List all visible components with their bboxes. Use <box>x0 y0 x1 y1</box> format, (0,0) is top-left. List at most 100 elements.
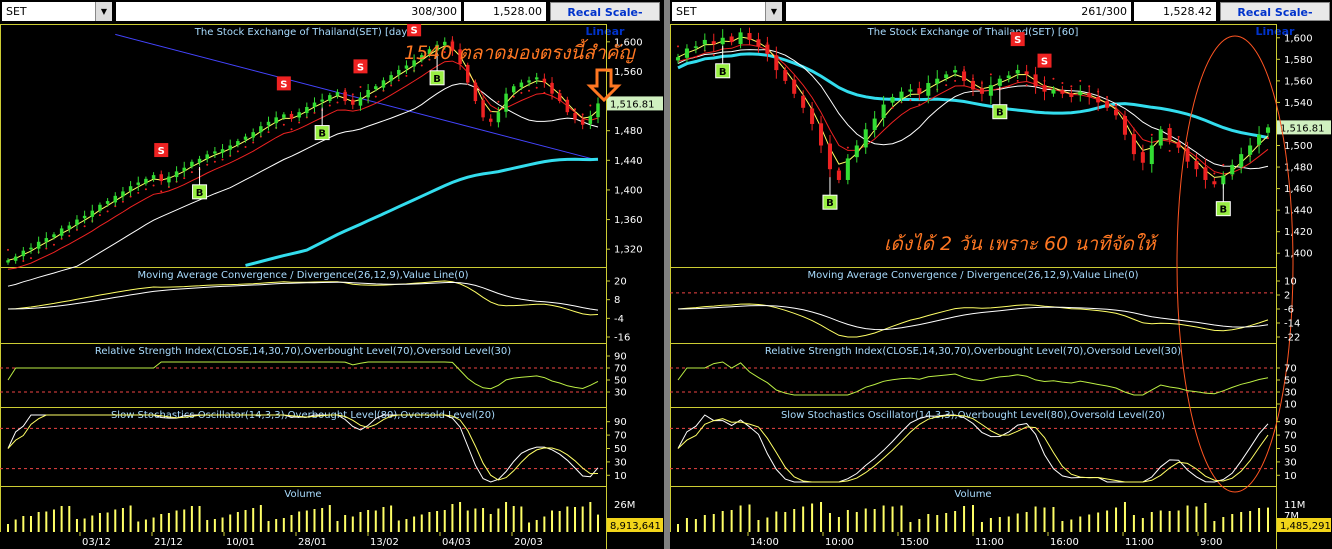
volume-bar <box>520 506 523 532</box>
volume-bar <box>811 503 814 532</box>
rsi-line <box>677 361 1269 396</box>
sar-dot <box>1222 163 1225 166</box>
candle-up <box>259 126 263 133</box>
right-recal-scale-button[interactable]: Recal Scale-Linear <box>1220 2 1330 38</box>
volume-bar <box>328 505 331 532</box>
sar-dot <box>1267 137 1269 140</box>
left-recal-scale-button[interactable]: Recal Scale-Linear <box>550 2 660 38</box>
y-tick-label: 1,480 <box>614 126 643 137</box>
volume-bar <box>802 506 805 532</box>
volume-bar <box>198 506 201 532</box>
stochastic-tick-label: 10 <box>1284 471 1297 482</box>
candle-down <box>1024 71 1029 75</box>
macd-tick-label: -14 <box>1284 319 1300 330</box>
y-tick-label: 1,400 <box>1284 249 1313 260</box>
candle-up <box>312 102 317 107</box>
sar-dot <box>1025 84 1028 87</box>
candle-up <box>738 32 743 45</box>
candle-up <box>675 57 681 61</box>
macd-title: Moving Average Convergence / Divergence(… <box>138 270 469 281</box>
volume-bar <box>581 506 584 532</box>
volume-bar <box>891 506 894 532</box>
candle-down <box>1033 74 1038 87</box>
candle-up <box>1015 70 1020 74</box>
sar-dot <box>144 188 147 191</box>
sma-long-line <box>245 157 599 267</box>
sar-dot <box>52 243 55 246</box>
candle-down <box>1194 161 1199 170</box>
candle-down <box>550 82 554 94</box>
sar-dot <box>535 86 538 89</box>
volume-bar <box>730 510 733 532</box>
sar-dot <box>497 100 500 103</box>
candle-down <box>729 36 734 43</box>
volume-bar <box>374 510 377 532</box>
candle-up <box>511 86 516 93</box>
volume-bar <box>489 514 492 532</box>
candle-up <box>854 145 859 158</box>
candle-up <box>243 136 248 140</box>
candle-up <box>404 65 409 69</box>
volume-bar <box>1061 521 1064 532</box>
right-chart-svg[interactable]: The Stock Exchange of Thailand(SET) [60]… <box>670 24 1332 549</box>
sar-dot <box>1213 172 1216 175</box>
sar-dot <box>1150 133 1153 136</box>
candle-up <box>358 97 363 106</box>
sell-signal-label: S <box>1041 57 1048 68</box>
volume-bar <box>160 514 163 532</box>
sar-dot <box>1016 79 1019 82</box>
volume-bar <box>137 521 140 532</box>
candle-up <box>190 161 194 167</box>
y-tick-label: 1,540 <box>1284 98 1313 109</box>
volume-bar <box>784 512 787 532</box>
sar-dot <box>22 260 25 263</box>
buy-signal-label: B <box>826 198 834 209</box>
volume-bar <box>1249 511 1252 532</box>
sar-dot <box>336 101 339 104</box>
sar-dot <box>121 200 124 203</box>
candle-up <box>534 77 539 80</box>
candle-down <box>827 143 832 170</box>
stochastic-tick-label: 50 <box>1284 444 1297 455</box>
left-toolbar: SET ▼ 308/300 1,528.00 Recal Scale-Linea… <box>0 0 664 38</box>
volume-bar <box>29 516 32 532</box>
volume-bar <box>918 519 921 532</box>
volume-bar <box>535 520 538 532</box>
volume-bar <box>52 509 55 532</box>
volume-bar <box>451 504 454 532</box>
volume-bar <box>900 505 903 532</box>
volume-bar <box>144 519 147 532</box>
sar-dot <box>489 110 492 113</box>
candle-up <box>128 186 133 191</box>
candle-down <box>765 44 770 54</box>
volume-bar <box>828 513 831 532</box>
candle-down <box>1167 128 1172 141</box>
volume-bar <box>1258 508 1261 532</box>
volume-bar <box>129 505 132 532</box>
sma-slow-line <box>7 83 599 287</box>
chart-annotation: 1540 ตลาดมองตรงนี้สำคัญ <box>404 38 636 64</box>
y-tick-label: 1,420 <box>1284 227 1313 238</box>
candle-down <box>289 113 294 119</box>
volume-bar <box>766 517 769 532</box>
left-ticker-select[interactable]: SET ▼ <box>2 2 112 21</box>
candle-up <box>890 97 895 103</box>
candle-up <box>1078 91 1083 96</box>
sar-dot <box>520 91 523 94</box>
candle-down <box>801 95 806 108</box>
macd-tick-label: -4 <box>614 314 624 325</box>
candle-down <box>774 55 779 71</box>
volume-bar <box>954 511 957 532</box>
chevron-down-icon[interactable]: ▼ <box>765 2 782 21</box>
candle-up <box>44 238 49 242</box>
right-ticker-select[interactable]: SET ▼ <box>672 2 782 21</box>
volume-bar <box>121 508 124 532</box>
left-chart-svg[interactable]: The Stock Exchange of Thailand(SET) [day… <box>0 24 664 549</box>
sar-dot <box>1061 82 1064 85</box>
volume-bar <box>1070 519 1073 532</box>
x-tick-label: 15:00 <box>900 537 929 548</box>
macd-tick-label: 10 <box>1284 277 1297 288</box>
x-tick-label: 16:00 <box>1050 537 1079 548</box>
candle-up <box>496 112 501 123</box>
chevron-down-icon[interactable]: ▼ <box>95 2 112 21</box>
